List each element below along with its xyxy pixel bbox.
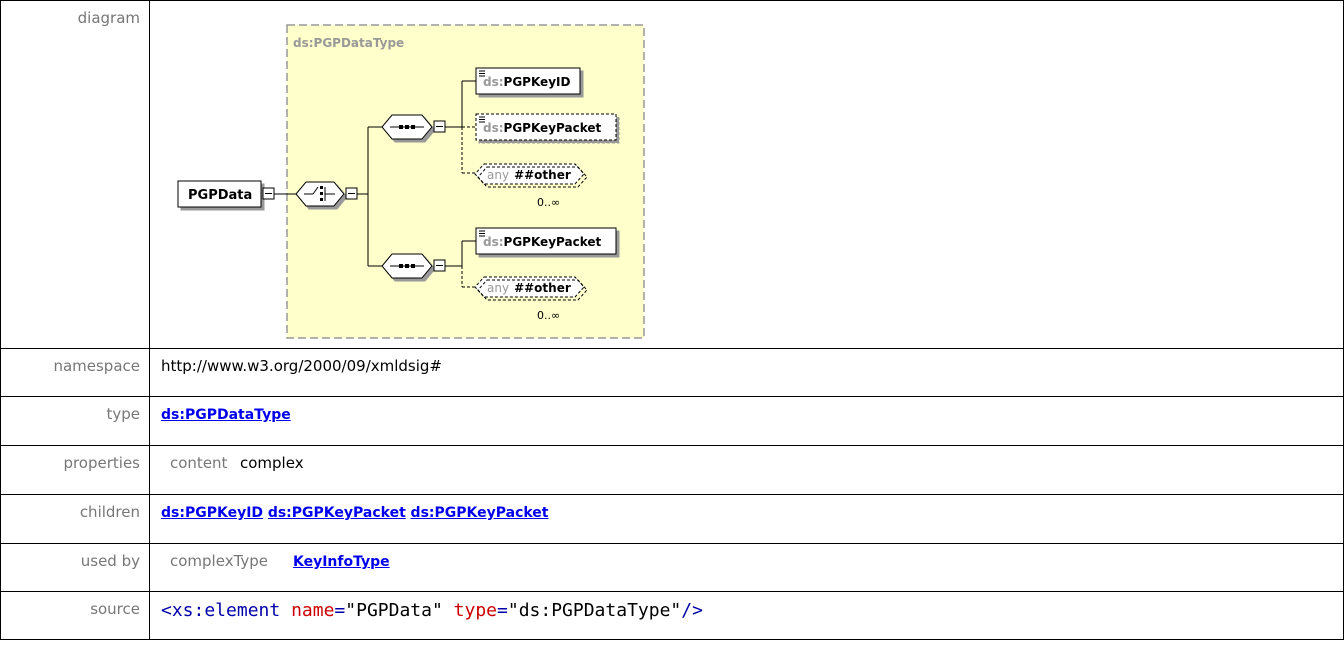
label-children: children (0, 494, 150, 544)
child-link-pgpkeyid[interactable]: ds:PGPKeyID (161, 505, 263, 521)
source-eq-2: = (497, 600, 508, 621)
label-namespace: namespace (0, 348, 150, 397)
source-val-name: "PGPData" (345, 600, 443, 621)
any-namespace-1: ##other (514, 168, 571, 182)
diagram-cell: ds:PGPDataType PGPData ds:PGPKeyID ds:PG… (149, 0, 1344, 349)
label-used-by: used by (0, 543, 150, 592)
any-namespace-2: ##other (514, 281, 571, 295)
row-children: children ds:PGPKeyID ds:PGPKeyPacket ds:… (0, 494, 1344, 544)
group-title: ds:PGPDataType (293, 36, 404, 50)
element-pgpkeypacket-optional[interactable]: ds:PGPKeyPacket (475, 113, 617, 141)
label-properties: properties (0, 445, 150, 495)
type-link[interactable]: ds:PGPDataType (161, 407, 291, 423)
used-by-link[interactable]: KeyInfoType (293, 554, 390, 570)
any-keyword-2: any (487, 281, 509, 295)
child-link-pgpkeypacket[interactable]: ds:PGPKeyPacket (268, 505, 406, 521)
element-pgpkeypacket-prefix: ds: (483, 121, 504, 135)
element-pgpdata-label: PGPData (188, 188, 252, 203)
complex-type-group (286, 24, 645, 339)
source-val-type: "ds:PGPDataType" (507, 600, 682, 621)
any-cardinality-1: 0..∞ (537, 196, 560, 209)
source-attr-name: name (291, 600, 335, 621)
property-value: complex (240, 454, 304, 472)
source-attr-type: type (453, 600, 498, 621)
any-keyword-1: any (487, 168, 509, 182)
row-type: type ds:PGPDataType (0, 396, 1344, 446)
label-source: source (0, 591, 150, 640)
element-pgpkeypacket-name: PGPKeyPacket (504, 121, 602, 135)
row-used-by: used by complexType KeyInfoType (0, 543, 1344, 592)
property-key: content (170, 454, 228, 472)
element-pgpkeypacket-2-prefix: ds: (483, 235, 504, 249)
schema-diagram: ds:PGPDataType PGPData ds:PGPKeyID ds:PG… (177, 24, 645, 339)
label-diagram: diagram (0, 0, 150, 349)
row-properties: properties content complex (0, 445, 1344, 495)
row-source: source <xs:element name="PGPData" type="… (0, 591, 1344, 640)
namespace-value: http://www.w3.org/2000/09/xmldsig# (149, 348, 1344, 397)
source-eq-1: = (334, 600, 346, 621)
row-namespace: namespace http://www.w3.org/2000/09/xmld… (0, 348, 1344, 397)
element-pgpkeyid[interactable]: ds:PGPKeyID (475, 67, 581, 95)
element-pgpkeyid-prefix: ds: (483, 75, 504, 89)
svg-text:any##other: any ##other (487, 168, 571, 182)
svg-text:ds:PGPKeyID: ds:PGPKeyID (483, 75, 570, 89)
element-pgpdata[interactable]: PGPData (177, 180, 275, 208)
documentation-table: diagram ds:PGPDataType PGPData ds:PGPKey… (0, 0, 1344, 640)
source-close-tag: /> (681, 600, 703, 621)
source-code: <xs:element name="PGPData" type="ds:PGPD… (161, 596, 703, 621)
svg-text:ds:PGPKeyPacket: ds:PGPKeyPacket (483, 121, 602, 135)
source-open-tag: <xs:element (161, 600, 281, 621)
svg-text:ds:PGPKeyPacket: ds:PGPKeyPacket (483, 235, 602, 249)
used-by-kind: complexType (170, 552, 269, 570)
element-pgpkeypacket[interactable]: ds:PGPKeyPacket (475, 227, 617, 255)
child-link-pgpkeypacket-2[interactable]: ds:PGPKeyPacket (411, 505, 549, 521)
element-pgpkeypacket-2-name: PGPKeyPacket (504, 235, 602, 249)
label-type: type (0, 396, 150, 446)
svg-text:any##other: any ##other (487, 281, 571, 295)
element-pgpkeyid-name: PGPKeyID (504, 75, 571, 89)
row-diagram: diagram ds:PGPDataType PGPData ds:PGPKey… (0, 0, 1344, 349)
any-cardinality-2: 0..∞ (537, 309, 560, 322)
